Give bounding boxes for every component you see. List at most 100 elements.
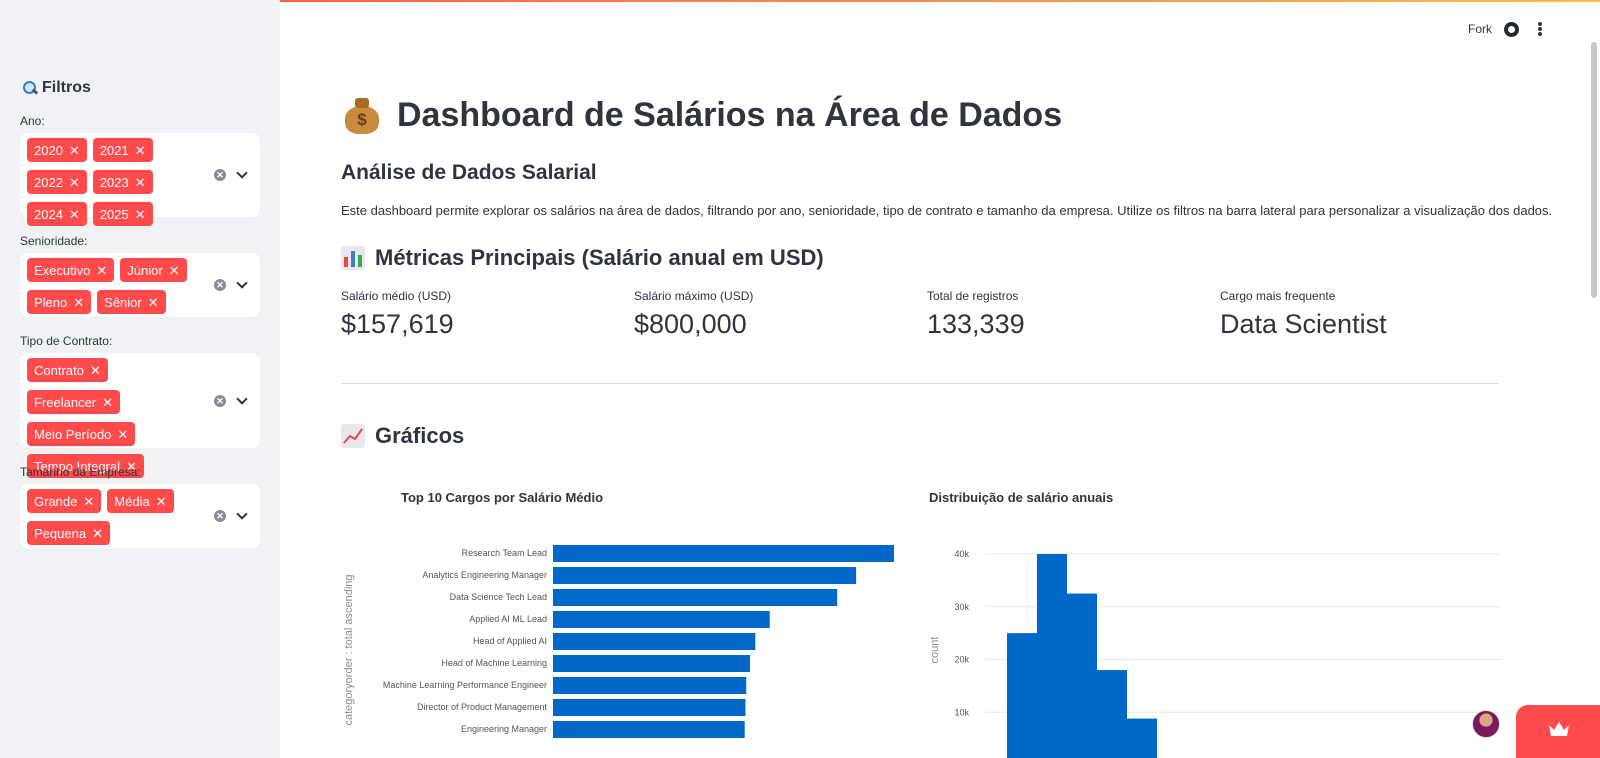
filter-contrato-multiselect[interactable]: Contrato ✕ Freelancer ✕ Meio Período ✕ Temp… — [20, 353, 260, 478]
chart1-category-label: Engineering Manager — [461, 724, 547, 734]
remove-icon[interactable]: ✕ — [117, 428, 128, 441]
magnifier-icon — [22, 80, 38, 96]
scrollbar[interactable] — [1591, 42, 1597, 298]
sidebar: Filtros Ano: 2020 ✕ 2021 ✕ 2022 ✕ 2023 ✕ 202… — [0, 0, 280, 758]
chip-2021[interactable]: 2021 ✕ — [92, 138, 153, 162]
chart1-ylabel: categoryorder : total ascending — [343, 574, 355, 725]
remove-icon[interactable]: ✕ — [156, 495, 167, 508]
remove-icon[interactable]: ✕ — [96, 264, 107, 277]
fork-button[interactable]: Fork — [1468, 22, 1492, 36]
chart2-ytick-label: 20k — [954, 655, 969, 665]
remove-icon[interactable]: ✕ — [69, 208, 80, 221]
chart1-bar[interactable] — [553, 545, 894, 562]
filter-ano-multiselect[interactable]: 2020 ✕ 2021 ✕ 2022 ✕ 2023 ✕ 2024 ✕ 2025 ✕ ✕ — [20, 133, 260, 226]
remove-icon[interactable]: ✕ — [90, 364, 101, 377]
remove-icon[interactable]: ✕ — [73, 296, 84, 309]
chart2-ytick-label: 40k — [954, 549, 969, 559]
remove-icon[interactable]: ✕ — [69, 176, 80, 189]
remove-icon[interactable]: ✕ — [69, 144, 80, 157]
clear-all-icon[interactable]: ✕ — [214, 279, 226, 291]
chip-media[interactable]: Média ✕ — [107, 489, 174, 513]
chart2-bar[interactable] — [1037, 554, 1067, 758]
chip-contrato[interactable]: Contrato ✕ — [27, 358, 108, 382]
charts-heading: Gráficos — [341, 423, 464, 449]
remove-icon[interactable]: ✕ — [135, 208, 146, 221]
github-icon[interactable] — [1504, 22, 1519, 37]
chart2-bar[interactable] — [1007, 633, 1037, 758]
chart1-bar[interactable] — [553, 677, 747, 694]
chip-executivo[interactable]: Executivo ✕ — [27, 258, 115, 282]
chip-junior[interactable]: Júnior ✕ — [120, 258, 187, 282]
remove-icon[interactable]: ✕ — [135, 144, 146, 157]
chart1-category-label: Machine Learning Performance Engineer — [383, 680, 547, 690]
chart2-bar[interactable] — [1097, 670, 1127, 758]
filter-empresa-multiselect[interactable]: Grande ✕ Média ✕ Pequena ✕ ✕ — [20, 484, 260, 548]
clear-all-icon[interactable]: ✕ — [214, 510, 226, 522]
chart2-title: Distribuição de salário anuais — [929, 490, 1114, 505]
chart1-bar[interactable] — [553, 589, 838, 606]
chip-2023[interactable]: 2023 ✕ — [92, 170, 153, 194]
main-menu-icon[interactable] — [1538, 22, 1542, 36]
crown-icon — [1549, 722, 1569, 736]
chip-senior[interactable]: Sênior ✕ — [97, 290, 166, 314]
chip-2024[interactable]: 2024 ✕ — [27, 202, 87, 226]
metric-top-job: Cargo mais frequente Data Scientist — [1220, 289, 1387, 339]
sidebar-title-label: Filtros — [42, 79, 91, 96]
chart-salary-distribution: count 10k 20k 30k 40k — [929, 549, 1500, 758]
chevron-down-icon[interactable] — [236, 277, 248, 289]
chart1-bar[interactable] — [553, 721, 745, 738]
avatar[interactable] — [1472, 710, 1500, 738]
clear-all-icon[interactable]: ✕ — [214, 395, 226, 407]
chip-pequena[interactable]: Pequena ✕ — [27, 521, 110, 545]
chart2-ytick-label: 30k — [954, 602, 969, 612]
metric-max-salary: Salário máximo (USD) $800,000 — [634, 289, 754, 339]
subtitle: Análise de Dados Salarial — [341, 161, 597, 184]
chip-pleno[interactable]: Pleno ✕ — [27, 290, 92, 314]
clear-all-icon[interactable]: ✕ — [214, 169, 226, 181]
chart1-category-label: Applied AI ML Lead — [469, 614, 547, 624]
chip-meio-periodo[interactable]: Meio Período ✕ — [27, 422, 136, 446]
filter-label-ano: Ano: — [20, 114, 45, 128]
page-title: Dashboard de Salários na Área de Dados — [345, 96, 1062, 135]
chip-freelancer[interactable]: Freelancer ✕ — [27, 390, 121, 414]
money-bag-icon — [345, 97, 379, 134]
filter-label-empresa: Tamanho da Empresa: — [20, 465, 141, 479]
chart1-bar[interactable] — [553, 699, 746, 716]
chart1-bar[interactable] — [553, 611, 770, 628]
metrics-heading: Métricas Principais (Salário anual em US… — [341, 245, 824, 271]
chart1-bar[interactable] — [553, 633, 756, 650]
streamlit-badge-button[interactable] — [1516, 705, 1600, 758]
filter-senioridade-multiselect[interactable]: Executivo ✕ Júnior ✕ Pleno ✕ Sênior ✕ ✕ — [20, 253, 260, 317]
metric-avg-salary: Salário médio (USD) $157,619 — [341, 289, 454, 339]
chip-grande[interactable]: Grande ✕ — [27, 489, 102, 513]
remove-icon[interactable]: ✕ — [92, 527, 103, 540]
filter-label-senioridade: Senioridade: — [20, 234, 88, 248]
chart1-category-label: Director of Product Management — [417, 702, 548, 712]
chevron-down-icon[interactable] — [236, 508, 248, 520]
remove-icon[interactable]: ✕ — [83, 495, 94, 508]
chart2-ytick-label: 10k — [954, 707, 969, 717]
remove-icon[interactable]: ✕ — [148, 296, 159, 309]
chart1-category-label: Head of Machine Learning — [441, 658, 547, 668]
remove-icon[interactable]: ✕ — [135, 176, 146, 189]
chevron-down-icon[interactable] — [236, 393, 248, 405]
chart1-bar[interactable] — [553, 567, 857, 584]
chart2-ylabel: count — [929, 637, 941, 664]
chip-2022[interactable]: 2022 ✕ — [27, 170, 87, 194]
chart1-bar[interactable] — [553, 655, 751, 672]
trend-chart-icon — [341, 424, 365, 448]
description: Este dashboard permite explorar os salár… — [341, 203, 1553, 218]
chart1-category-label: Data Science Tech Lead — [450, 592, 547, 602]
remove-icon[interactable]: ✕ — [102, 396, 113, 409]
remove-icon[interactable]: ✕ — [169, 264, 180, 277]
chart2-bar[interactable] — [1067, 593, 1097, 758]
chip-2020[interactable]: 2020 ✕ — [27, 138, 87, 162]
chevron-down-icon[interactable] — [236, 167, 248, 179]
chart1-category-label: Head of Applied AI — [473, 636, 547, 646]
chip-2025[interactable]: 2025 ✕ — [92, 202, 153, 226]
chart-top10-jobs: categoryorder : total ascending Research … — [343, 545, 894, 738]
sidebar-title: Filtros — [22, 79, 91, 97]
chart2-bar[interactable] — [1127, 718, 1157, 758]
metrics-heading-text: Métricas Principais (Salário anual em US… — [375, 245, 824, 270]
page-title-text: Dashboard de Salários na Área de Dados — [397, 96, 1063, 134]
